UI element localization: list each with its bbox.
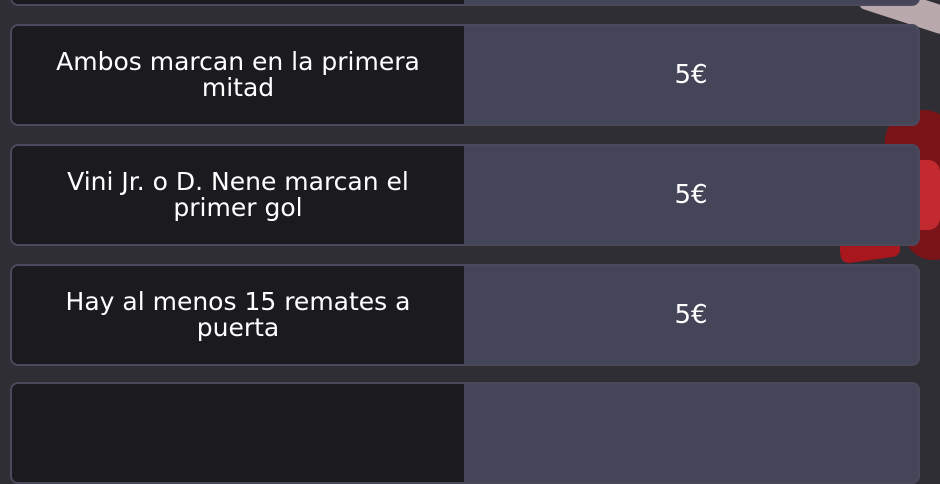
bet-option-label: Hay al menos 15 remates a puerta	[12, 266, 464, 364]
bet-option-stake: 5€	[464, 146, 918, 244]
bet-option-stake	[464, 0, 918, 4]
bet-option-label	[12, 0, 464, 4]
bet-option-row[interactable]	[10, 382, 920, 484]
bet-option-label	[12, 384, 464, 482]
bet-option-row[interactable]	[10, 0, 920, 6]
bet-option-stake: 5€	[464, 26, 918, 124]
bet-option-row[interactable]: Hay al menos 15 remates a puerta 5€	[10, 264, 920, 366]
bet-option-row[interactable]: Ambos marcan en la primera mitad 5€	[10, 24, 920, 126]
bet-option-stake: 5€	[464, 266, 918, 364]
bet-option-row[interactable]: Vini Jr. o D. Nene marcan el primer gol …	[10, 144, 920, 246]
bet-option-stake	[464, 384, 918, 482]
bet-option-label: Ambos marcan en la primera mitad	[12, 26, 464, 124]
bet-option-label: Vini Jr. o D. Nene marcan el primer gol	[12, 146, 464, 244]
